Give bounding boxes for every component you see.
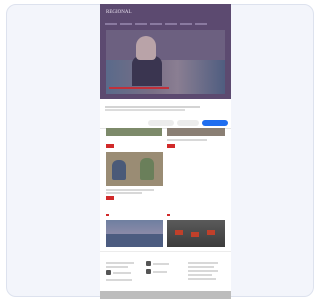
footer-avatar [106, 270, 111, 275]
article-image[interactable] [167, 128, 225, 136]
chair-shape [191, 232, 199, 237]
consent-text-line [105, 109, 185, 111]
article-tag[interactable] [106, 196, 114, 200]
footer-avatar [146, 261, 151, 266]
article-caption-line [106, 192, 142, 194]
nav-item[interactable] [180, 23, 192, 25]
site-footer [100, 251, 231, 290]
footer-line [106, 266, 128, 268]
footer-line [188, 274, 212, 276]
footer-line [188, 278, 216, 280]
consent-text-line [105, 106, 200, 108]
footer-line [153, 263, 169, 265]
decline-button[interactable] [148, 120, 174, 126]
nav-item[interactable] [135, 23, 147, 25]
footer-bottom-bar [100, 291, 231, 299]
section-image[interactable] [106, 220, 163, 247]
nav-item[interactable] [105, 23, 117, 25]
accept-button[interactable] [202, 120, 228, 126]
person-figure [140, 158, 154, 180]
cookie-consent-banner [100, 99, 231, 129]
nav-item[interactable] [165, 23, 177, 25]
footer-line [113, 272, 131, 274]
section-image[interactable] [167, 220, 225, 247]
footer-line [106, 279, 132, 281]
nav-item[interactable] [195, 23, 207, 25]
footer-line [106, 262, 134, 264]
footer-line [188, 270, 218, 272]
section-marker [106, 214, 109, 216]
hero-speaker [136, 36, 156, 60]
hero-speaker-body [132, 56, 162, 86]
chair-shape [175, 230, 183, 235]
settings-button[interactable] [177, 120, 199, 126]
article-tag[interactable] [167, 144, 175, 148]
section-marker [167, 214, 170, 216]
site-logo[interactable]: REGIONAL [106, 10, 132, 15]
nav-item[interactable] [120, 23, 132, 25]
hero-image[interactable] [106, 30, 225, 94]
nav-item[interactable] [150, 23, 162, 25]
footer-line [153, 271, 167, 273]
article-image[interactable] [106, 152, 163, 186]
chair-shape [207, 230, 215, 235]
webpage: REGIONAL [100, 4, 231, 299]
site-header: REGIONAL [100, 4, 231, 99]
article-caption-line [167, 139, 207, 141]
crowd-shape [106, 234, 163, 247]
hero-accent-bar [109, 87, 169, 89]
article-tag[interactable] [106, 144, 114, 148]
footer-line [188, 266, 214, 268]
footer-avatar [146, 269, 151, 274]
person-figure [112, 160, 126, 180]
footer-line [188, 262, 218, 264]
article-image[interactable] [106, 128, 162, 136]
main-nav [105, 22, 226, 27]
article-caption-line [106, 189, 154, 191]
